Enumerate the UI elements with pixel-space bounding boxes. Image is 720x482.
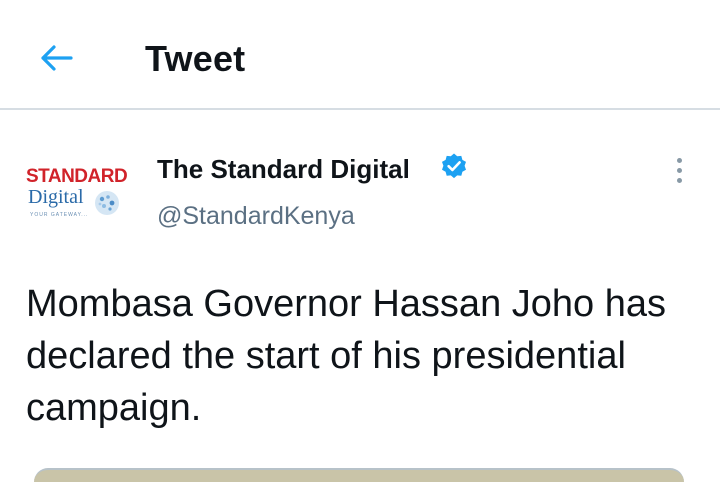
verified-badge-icon	[442, 153, 466, 179]
logo-tagline: YOUR GATEWAY...	[30, 212, 89, 218]
page-title: Tweet	[145, 38, 246, 79]
arrow-left-icon	[41, 45, 73, 71]
tweet-card[interactable]: STANDARD Digital YOUR GATEWAY... The Sta…	[0, 110, 720, 482]
more-vertical-icon-dot	[676, 167, 682, 173]
more-vertical-icon	[676, 157, 682, 163]
user-handle[interactable]: @StandardKenya	[157, 202, 355, 231]
more-vertical-icon-dot	[676, 177, 682, 183]
logo-text-digital: Digital	[28, 186, 84, 208]
avatar[interactable]: STANDARD Digital YOUR GATEWAY...	[22, 160, 134, 230]
logo-text-standard: STANDARD	[26, 166, 128, 187]
globe-icon	[95, 191, 119, 215]
app-header: Tweet	[0, 0, 720, 110]
back-button[interactable]	[30, 36, 82, 80]
tweet-media-preview[interactable]	[34, 468, 684, 482]
more-options-button[interactable]	[664, 150, 694, 190]
tweet-text: Mombasa Governor Hassan Joho has declare…	[26, 283, 666, 429]
display-name[interactable]: The Standard Digital	[157, 154, 410, 185]
